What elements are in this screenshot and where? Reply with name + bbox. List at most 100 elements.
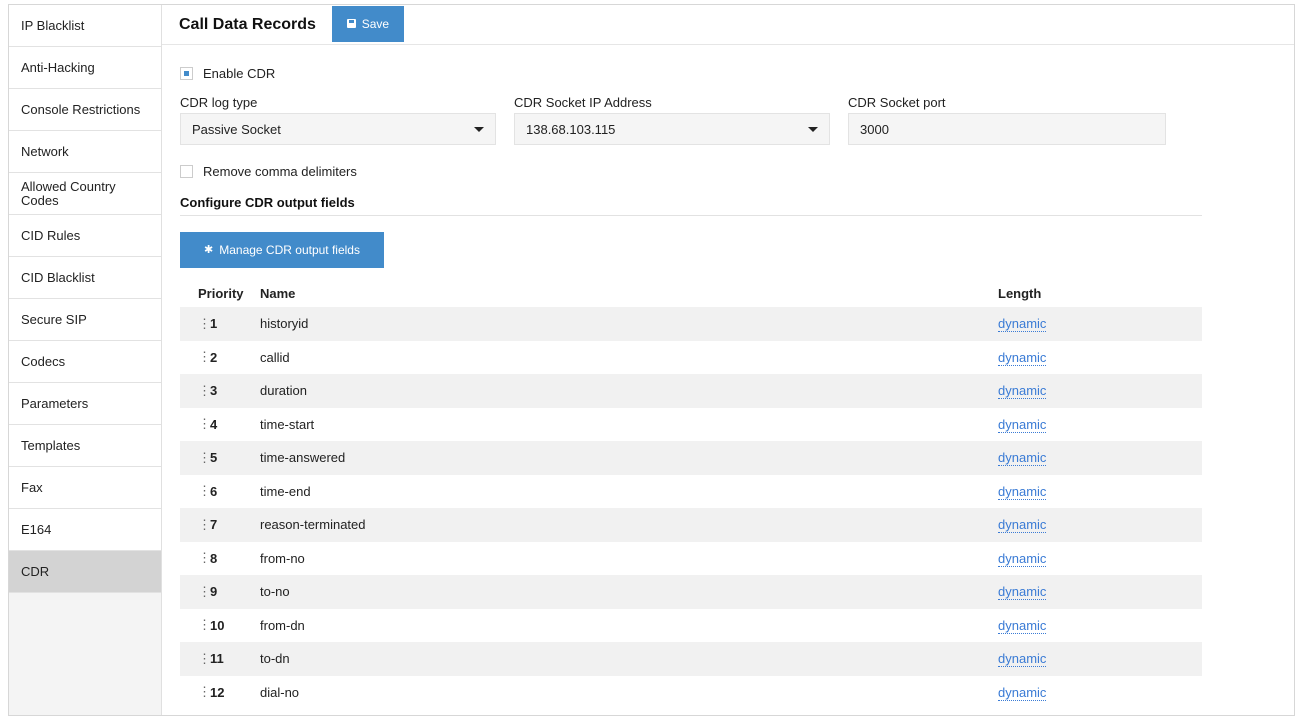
socket-port-input[interactable]: 3000 <box>848 113 1166 145</box>
sidebar-item-console-restrictions[interactable]: Console Restrictions <box>9 89 161 131</box>
drag-handle-icon[interactable]: ⋮ <box>198 416 211 432</box>
sidebar-item-e164[interactable]: E164 <box>9 509 161 551</box>
sidebar-item-cid-blacklist[interactable]: CID Blacklist <box>9 257 161 299</box>
drag-handle-icon[interactable]: ⋮ <box>198 584 211 600</box>
sidebar-item-templates[interactable]: Templates <box>9 425 161 467</box>
sidebar-item-fax[interactable]: Fax <box>9 467 161 509</box>
priority-value: 8 <box>210 550 218 566</box>
field-name: to-dn <box>260 651 290 667</box>
table-row[interactable]: ⋮ 1 historyid dynamic <box>180 307 1202 341</box>
gear-icon: ✱ <box>204 243 214 256</box>
length-link[interactable]: dynamic <box>998 316 1047 333</box>
page-title: Call Data Records <box>179 15 316 33</box>
drag-handle-icon[interactable]: ⋮ <box>198 684 211 700</box>
length-link[interactable]: dynamic <box>998 617 1047 634</box>
save-button-label: Save <box>361 16 390 31</box>
sidebar-item-codecs[interactable]: Codecs <box>9 341 161 383</box>
drag-handle-icon[interactable]: ⋮ <box>198 617 211 633</box>
log-type-value: Passive Socket <box>192 121 281 137</box>
sidebar-item-secure-sip[interactable]: Secure SIP <box>9 299 161 341</box>
sidebar-item-anti-hacking[interactable]: Anti-Hacking <box>9 47 161 89</box>
length-link[interactable]: dynamic <box>998 483 1047 500</box>
drag-handle-icon[interactable]: ⋮ <box>198 349 211 365</box>
field-name: to-no <box>260 584 290 600</box>
save-button[interactable]: Save <box>331 5 404 42</box>
length-link[interactable]: dynamic <box>998 517 1047 534</box>
priority-cell: ⋮ 10 <box>180 617 260 633</box>
priority-cell: ⋮ 8 <box>180 550 260 566</box>
drag-handle-icon[interactable]: ⋮ <box>198 550 211 566</box>
sidebar-item-label: CDR <box>21 564 50 579</box>
priority-cell: ⋮ 11 <box>180 651 260 667</box>
priority-header: Priority <box>198 285 244 301</box>
priority-cell: ⋮ 1 <box>180 316 260 332</box>
table-row[interactable]: ⋮ 8 from-no dynamic <box>180 542 1202 576</box>
table-row[interactable]: ⋮ 4 time-start dynamic <box>180 408 1202 442</box>
field-name: dial-no <box>260 684 300 700</box>
sidebar-item-ip-blacklist[interactable]: IP Blacklist <box>9 5 161 47</box>
remove-comma-checkbox[interactable] <box>180 164 193 178</box>
length-link[interactable]: dynamic <box>998 684 1047 701</box>
socket-ip-label: CDR Socket IP Address <box>514 95 652 110</box>
length-link[interactable]: dynamic <box>998 550 1047 567</box>
drag-handle-icon[interactable]: ⋮ <box>198 651 211 667</box>
length-cell: dynamic <box>998 349 1202 366</box>
log-type-label: CDR log type <box>180 95 258 110</box>
table-row[interactable]: ⋮ 5 time-answered dynamic <box>180 441 1202 475</box>
drag-handle-icon[interactable]: ⋮ <box>198 483 211 499</box>
floppy-disk-icon <box>346 19 356 28</box>
field-name: duration <box>260 383 307 399</box>
length-link[interactable]: dynamic <box>998 450 1047 467</box>
sidebar-item-label: CID Blacklist <box>21 270 95 285</box>
socket-port-label: CDR Socket port <box>848 95 946 110</box>
length-cell: dynamic <box>998 483 1202 500</box>
length-link[interactable]: dynamic <box>998 584 1047 601</box>
length-link[interactable]: dynamic <box>998 349 1047 366</box>
drag-handle-icon[interactable]: ⋮ <box>198 383 211 399</box>
socket-ip-value: 138.68.103.115 <box>526 121 616 137</box>
length-link[interactable]: dynamic <box>998 383 1047 400</box>
drag-handle-icon[interactable]: ⋮ <box>198 517 211 533</box>
priority-cell: ⋮ 3 <box>180 383 260 399</box>
sidebar-item-network[interactable]: Network <box>9 131 161 173</box>
length-link[interactable]: dynamic <box>998 651 1047 668</box>
socket-port-value: 3000 <box>860 121 889 137</box>
priority-value: 1 <box>210 316 218 332</box>
table-header: Priority Name Length <box>180 279 1202 307</box>
field-name: historyid <box>260 316 309 332</box>
table-row[interactable]: ⋮ 11 to-dn dynamic <box>180 642 1202 676</box>
enable-cdr-checkbox[interactable] <box>180 66 193 80</box>
sidebar-item-label: Anti-Hacking <box>21 60 95 75</box>
field-name: reason-terminated <box>260 517 366 533</box>
length-header: Length <box>998 285 1042 301</box>
manage-button-label: Manage CDR output fields <box>219 243 360 257</box>
caret-down-icon <box>808 127 818 132</box>
length-link[interactable]: dynamic <box>998 416 1047 433</box>
table-row[interactable]: ⋮ 7 reason-terminated dynamic <box>180 508 1202 542</box>
log-type-select[interactable]: Passive Socket <box>180 113 496 145</box>
table-row[interactable]: ⋮ 9 to-no dynamic <box>180 575 1202 609</box>
drag-handle-icon[interactable]: ⋮ <box>198 450 211 466</box>
sidebar-item-label: CID Rules <box>21 228 81 243</box>
cdr-form: Enable CDR CDR log type Passive Socket C… <box>180 45 1202 709</box>
table-row[interactable]: ⋮ 6 time-end dynamic <box>180 475 1202 509</box>
length-cell: dynamic <box>998 383 1202 400</box>
socket-ip-select[interactable]: 138.68.103.115 <box>514 113 830 145</box>
table-row[interactable]: ⋮ 2 callid dynamic <box>180 341 1202 375</box>
sidebar-item-cid-rules[interactable]: CID Rules <box>9 215 161 257</box>
priority-value: 3 <box>210 383 218 399</box>
drag-handle-icon[interactable]: ⋮ <box>198 316 211 332</box>
length-cell: dynamic <box>998 651 1202 668</box>
sidebar-item-label: Allowed Country Codes <box>21 178 116 208</box>
caret-down-icon <box>474 127 484 132</box>
sidebar-item-cdr[interactable]: CDR <box>9 551 161 593</box>
table-row[interactable]: ⋮ 12 dial-no dynamic <box>180 676 1202 710</box>
priority-cell: ⋮ 12 <box>180 684 260 700</box>
sidebar-item-parameters[interactable]: Parameters <box>9 383 161 425</box>
sidebar-item-allowed-country-codes[interactable]: Allowed Country Codes <box>9 173 161 215</box>
priority-cell: ⋮ 9 <box>180 584 260 600</box>
manage-output-fields-button[interactable]: ✱ Manage CDR output fields <box>180 232 384 268</box>
table-row[interactable]: ⋮ 10 from-dn dynamic <box>180 609 1202 643</box>
page-header: Call Data Records Save <box>162 5 1294 45</box>
table-row[interactable]: ⋮ 3 duration dynamic <box>180 374 1202 408</box>
